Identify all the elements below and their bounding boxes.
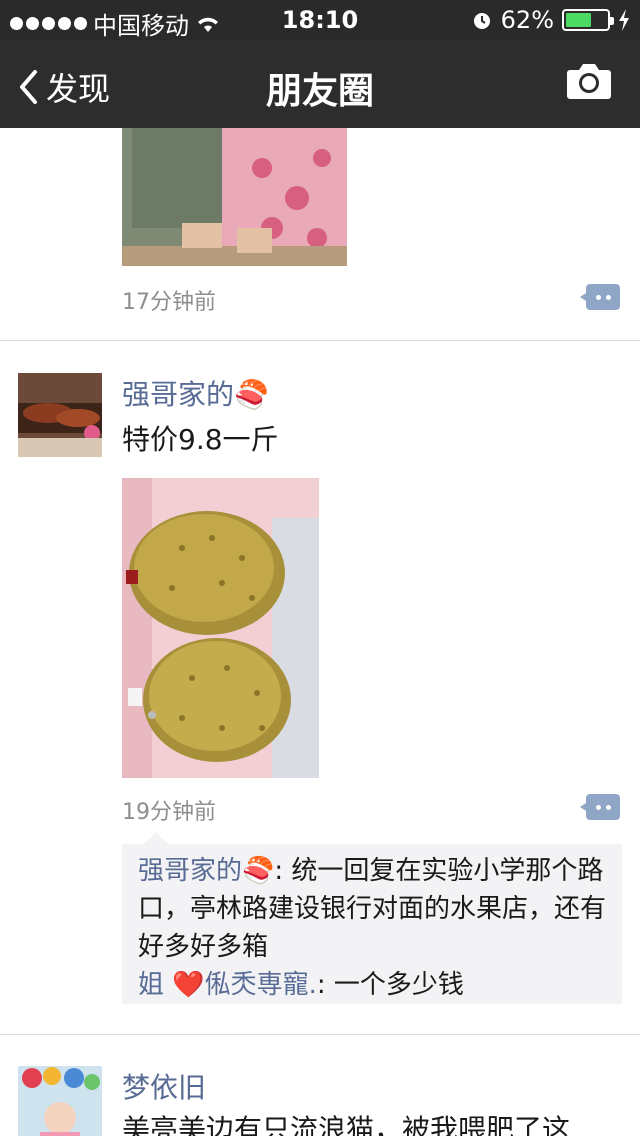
durian-photo-image — [122, 478, 319, 778]
status-bar: 中国移动 18:10 62% — [0, 0, 640, 40]
avatar[interactable] — [18, 373, 102, 457]
comment-item[interactable]: 强哥家的🍣: 统一回复在实验小学那个路口，亭林路建设银行对面的水果店，还有好多好… — [138, 852, 606, 966]
status-right: 62% — [471, 6, 630, 34]
avatar-image — [18, 1066, 102, 1136]
comment-author[interactable]: 强哥家的🍣 — [138, 856, 274, 886]
post-divider — [0, 340, 640, 341]
post-text: 特价9.8一斤 — [122, 423, 279, 456]
page-title: 朋友圈 — [265, 71, 374, 112]
comment-item[interactable]: 姐 ❤️俬秂専寵.: 一个多少钱 — [138, 966, 606, 1004]
nav-bar: 发现 朋友圈 — [0, 40, 640, 128]
comment-author-prefix[interactable]: 姐 — [138, 970, 172, 1000]
avatar[interactable] — [18, 1066, 102, 1136]
camera-icon — [567, 64, 611, 99]
kimono-photo-image — [122, 128, 347, 266]
post-photo-kimono[interactable] — [122, 128, 347, 266]
battery-icon — [562, 9, 614, 31]
battery-percent: 62% — [500, 6, 554, 34]
comment-button[interactable] — [580, 794, 620, 820]
moments-feed[interactable]: 17分钟前 强哥家的🍣 特价9.8一斤 19分钟前 强哥家的🍣: 统一回复在实验… — [0, 128, 640, 1136]
post-time: 19分钟前 — [122, 800, 216, 825]
comment-button[interactable] — [580, 284, 620, 310]
charging-icon — [619, 9, 629, 31]
camera-button[interactable] — [566, 62, 612, 104]
post-time: 17分钟前 — [122, 290, 216, 315]
post-photo-durian[interactable] — [122, 478, 319, 778]
heart-icon: ❤️ — [172, 970, 205, 1000]
post-divider — [0, 1034, 640, 1035]
avatar-image — [18, 373, 102, 457]
post-text: 美亮美边有只流浪猫，被我喂肥了这 — [122, 1113, 571, 1136]
post-author[interactable]: 梦依旧 — [122, 1066, 206, 1106]
post-author[interactable]: 强哥家的🍣 — [122, 373, 269, 413]
alarm-icon — [473, 13, 490, 29]
comment-author[interactable]: 俬秂専寵. — [205, 970, 317, 1000]
comment-area: 强哥家的🍣: 统一回复在实验小学那个路口，亭林路建设银行对面的水果店，还有好多好… — [122, 832, 622, 1004]
comment-text: : 一个多少钱 — [316, 970, 464, 1000]
